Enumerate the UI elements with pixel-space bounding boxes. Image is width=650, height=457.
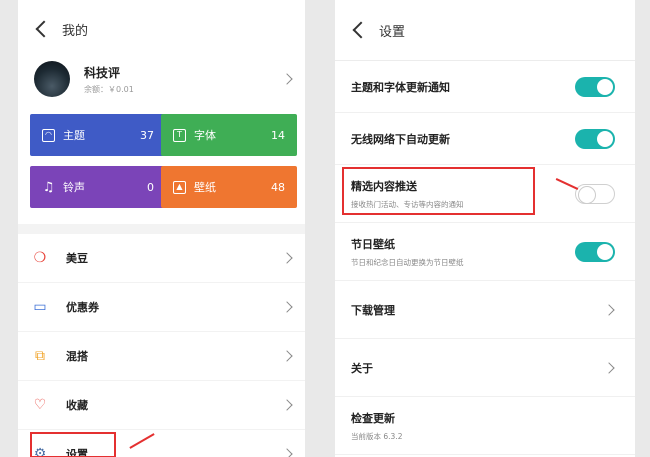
tile-count: 48: [271, 180, 285, 194]
tile-label: 字体: [194, 129, 216, 142]
menu-label: 优惠券: [66, 301, 99, 314]
tile-ringtone[interactable]: ♫ 铃声 0: [30, 166, 166, 208]
theme-icon: ◠: [42, 128, 55, 142]
menu-label: 美豆: [66, 252, 88, 265]
menu-item-coupons[interactable]: ▭ 优惠券: [18, 283, 305, 332]
setting-holiday-wallpaper: 节日壁纸 节日和纪念日自动更换为节日壁纸: [335, 223, 635, 281]
tile-count: 14: [271, 128, 285, 142]
menu-label: 混搭: [66, 350, 88, 363]
chevron-right-icon: [281, 252, 293, 264]
menu-item-favorites[interactable]: ♡ 收藏: [18, 381, 305, 430]
menu-label: 收藏: [66, 399, 88, 412]
page-title: 我的: [62, 23, 89, 39]
coupon-icon: ▭: [33, 299, 47, 315]
tile-font[interactable]: T 字体 14: [161, 114, 297, 156]
setting-wifi-auto-update: 无线网络下自动更新: [335, 113, 635, 165]
profile-name: 科技评: [84, 65, 121, 80]
setting-download-manager[interactable]: 下载管理: [335, 281, 635, 339]
chevron-right-icon: [281, 399, 293, 411]
toggle-switch[interactable]: [575, 76, 615, 97]
menu-item-beans[interactable]: ❍ 美豆: [18, 234, 305, 283]
setting-about[interactable]: 关于: [335, 339, 635, 397]
my-header: 我的: [18, 0, 305, 58]
ringtone-icon: ♫: [42, 179, 55, 195]
tile-label: 主题: [63, 129, 85, 142]
back-arrow-icon[interactable]: [32, 19, 52, 39]
settings-panel: 设置 主题和字体更新通知 无线网络下自动更新 精选内容推送 接收热门活动、专访等…: [335, 0, 635, 457]
toggle-switch[interactable]: [575, 241, 615, 262]
category-tiles: ◠ 主题 37 T 字体 14 ♫ 铃声 0 ▲ 壁纸 48: [18, 114, 305, 224]
highlight-box: [342, 167, 535, 215]
back-arrow-icon[interactable]: [349, 20, 369, 40]
tile-label: 壁纸: [194, 181, 216, 194]
toggle-switch[interactable]: [575, 128, 615, 149]
tile-label: 铃声: [63, 181, 85, 194]
tile-wallpaper[interactable]: ▲ 壁纸 48: [161, 166, 297, 208]
setting-description: 当前版本 6.3.2: [351, 431, 403, 441]
menu-item-mix[interactable]: ⧉ 混搭: [18, 332, 305, 381]
wallpaper-icon: ▲: [173, 180, 186, 194]
chevron-right-icon: [281, 301, 293, 313]
page-title: 设置: [379, 24, 406, 40]
highlight-box: [30, 432, 116, 457]
profile-balance: 余额：￥0.01: [84, 84, 134, 94]
my-panel: 我的 科技评 余额：￥0.01 ◠ 主题 37 T 字体 14 ♫ 铃声 0 ▲…: [18, 0, 305, 457]
chevron-right-icon: [281, 448, 293, 457]
tile-count: 0: [147, 180, 154, 194]
avatar[interactable]: [34, 61, 70, 97]
setting-label: 检查更新: [351, 411, 395, 425]
section-divider: [18, 224, 305, 234]
font-icon: T: [173, 128, 186, 142]
setting-check-update[interactable]: 检查更新 当前版本 6.3.2: [335, 397, 635, 455]
setting-label: 下载管理: [351, 303, 395, 317]
bean-icon: ❍: [33, 250, 47, 266]
chevron-right-icon: [281, 73, 293, 85]
heart-icon: ♡: [33, 397, 47, 413]
mix-icon: ⧉: [35, 348, 45, 364]
profile-row[interactable]: 科技评 余额：￥0.01: [18, 56, 305, 102]
setting-label: 关于: [351, 361, 373, 375]
tile-count: 37: [140, 128, 154, 142]
tile-theme[interactable]: ◠ 主题 37: [30, 114, 166, 156]
chevron-right-icon: [281, 350, 293, 362]
settings-header: 设置: [335, 0, 635, 60]
toggle-switch[interactable]: [575, 183, 615, 204]
setting-theme-font-notify: 主题和字体更新通知: [335, 61, 635, 113]
